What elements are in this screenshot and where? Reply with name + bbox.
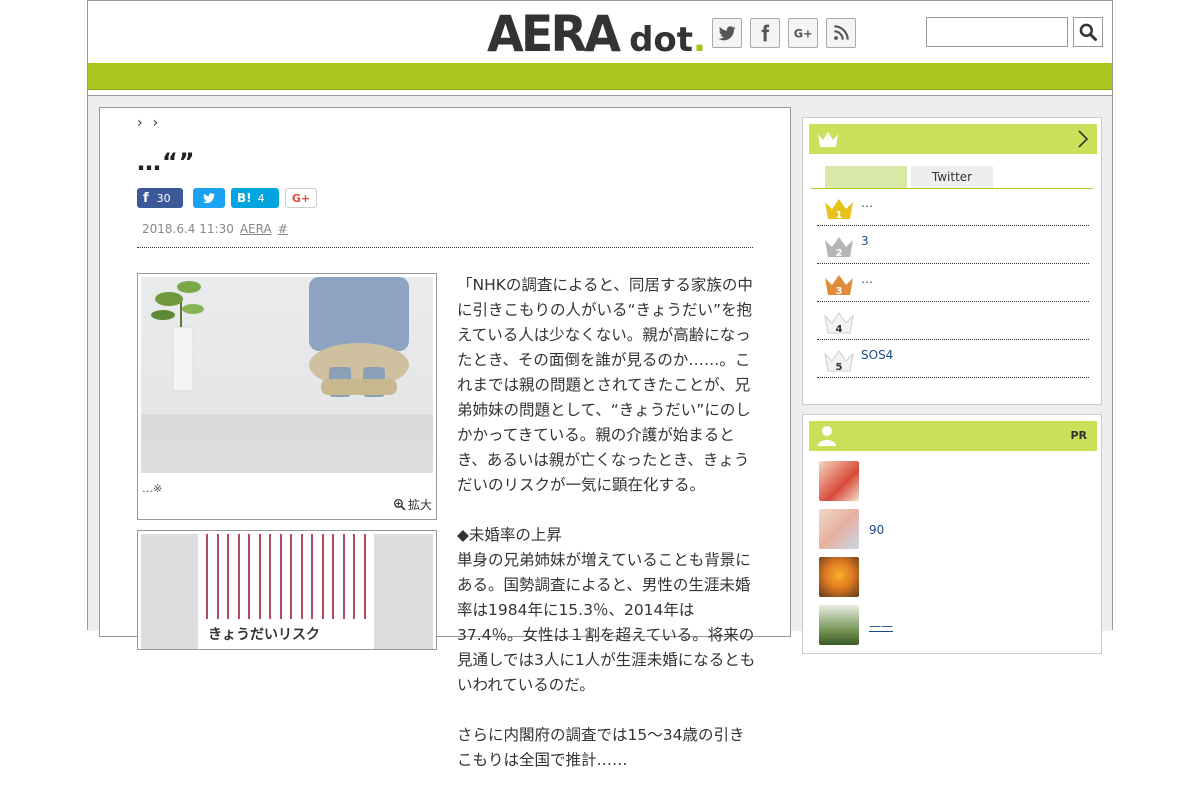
search-icon [1079,23,1097,41]
ranking-tabs: Twitter [825,166,993,188]
bronze-crown-icon: 3 [825,275,853,296]
pr-item[interactable]: 90 [819,509,1089,553]
svg-text:5: 5 [836,362,843,372]
google-plus-icon[interactable]: G+ [788,18,818,48]
ranking-item-title[interactable]: SOS4 [861,348,893,362]
pr-header: PR [809,421,1097,451]
article-title: …“” [137,148,196,176]
article-panel: › › …“” f 30 B! 4 G+ 2018.6.4 11:30 AERA [99,107,791,769]
site-logo[interactable]: AERA dot. [487,7,706,59]
crown-icon: 4 [824,312,854,334]
google-plus-icon: G+ [291,191,311,205]
article-photo-figure: …※ 拡大 [137,273,437,520]
breadcrumb-separator[interactable]: › [137,115,143,131]
ranking-item-title[interactable]: … [861,272,873,286]
pr-item[interactable] [819,557,1089,601]
pr-thumbnail[interactable] [819,557,859,597]
article-photo[interactable] [141,277,433,473]
pr-item-title[interactable]: —— [869,619,893,633]
tab-twitter-ranking[interactable]: Twitter [911,166,993,188]
rss-icon[interactable] [826,18,856,48]
svg-text:1: 1 [836,210,843,220]
chevron-right-icon[interactable] [1077,130,1089,148]
book-cover-stripes [198,534,374,619]
tweet-button[interactable] [193,188,225,208]
ranking-item[interactable]: 5 SOS4 [817,340,1089,378]
logo-sub-text: dot. [629,20,706,60]
pr-thumbnail[interactable] [819,605,859,645]
google-plus-share-button[interactable]: G+ [285,188,317,208]
silver-crown-icon: 2 [825,237,853,258]
book-cover-background: きょうだいリスク [141,534,433,649]
ranking-item[interactable]: 2 3 [817,226,1089,264]
article-paragraph: さらに内閣府の調査では15〜34歳の引きこもりは全国で推計…… [457,726,745,769]
ranking-item[interactable]: 1 … [817,188,1089,226]
hatena-icon: B! [237,191,252,205]
crown-icon [818,132,838,147]
content-area: › › …“” f 30 B! 4 G+ 2018.6.4 11:30 AERA [88,95,1112,769]
photo-caption: …※ [142,482,163,495]
pr-item[interactable]: —— [819,605,1089,649]
pr-thumbnail[interactable] [819,509,859,549]
gold-crown-icon: 1 [825,199,853,220]
breadcrumb: › › [137,115,158,131]
facebook-share-count: 30 [156,191,171,205]
zoom-button[interactable]: 拡大 [393,496,432,513]
tab-access-ranking[interactable] [825,166,907,188]
tag-link[interactable]: # [278,222,288,236]
pr-thumbnail[interactable] [819,461,859,501]
crown-icon: 5 [824,350,854,372]
ranking-item-title[interactable]: 3 [861,234,869,248]
svg-text:G+: G+ [794,26,813,40]
facebook-icon: f [143,190,149,206]
ranking-widget: Twitter 1 … 2 3 3 … 4 5 SOS4 [802,117,1102,405]
hatena-count: 4 [257,191,265,205]
article-meta: 2018.6.4 11:30 AERA # [142,222,288,236]
ranking-item[interactable]: 3 … [817,264,1089,302]
source-link[interactable]: AERA [240,222,272,236]
pr-item-title[interactable]: 90 [869,523,884,537]
logo-main-text: AERA [487,5,621,63]
article-paragraph: 「NHKの調査によると、同居する家族の中に引きこもりの人がいる“きょうだい”を抱… [457,276,753,494]
pr-item[interactable] [819,461,1089,505]
site-header: AERA dot. G+ [88,1,1112,63]
book-cover-figure[interactable]: きょうだいリスク [137,530,437,650]
page-frame: AERA dot. G+ › › …“” f 30 B! 4 G+ 2018.6… [87,0,1113,769]
zoom-in-icon [393,498,406,511]
zoom-label: 拡大 [407,498,432,512]
hatena-bookmark-button[interactable]: B! 4 [231,188,279,208]
publish-date: 2018.6.4 11:30 [142,222,234,236]
ranking-item[interactable]: 4 [817,302,1089,340]
breadcrumb-separator[interactable]: › [153,115,159,131]
user-icon [818,426,836,446]
article-body: 「NHKの調査によると、同居する家族の中に引きこもりの人がいる“きょうだい”を抱… [457,273,757,798]
twitter-icon [202,193,216,204]
global-nav-bar [88,63,1112,90]
ranking-header[interactable] [809,124,1097,154]
svg-text:4: 4 [836,324,843,334]
book-cover: きょうだいリスク [198,534,374,649]
pr-label: PR [1070,429,1087,442]
search-button[interactable] [1073,17,1103,47]
ranking-item-title[interactable]: … [861,196,873,210]
twitter-icon[interactable] [712,18,742,48]
article-paragraph: ◆未婚率の上昇 単身の兄弟姉妹が増えていることも背景にある。国勢調査によると、男… [457,526,756,694]
book-cover-title: きょうだいリスク [208,627,320,643]
search-input[interactable] [926,17,1068,47]
facebook-share-button[interactable]: f 30 [137,188,183,208]
pr-widget: PR 90 —— [802,414,1102,654]
facebook-icon[interactable] [750,18,780,48]
divider [137,247,753,248]
svg-text:3: 3 [836,286,843,296]
svg-text:2: 2 [836,248,843,258]
